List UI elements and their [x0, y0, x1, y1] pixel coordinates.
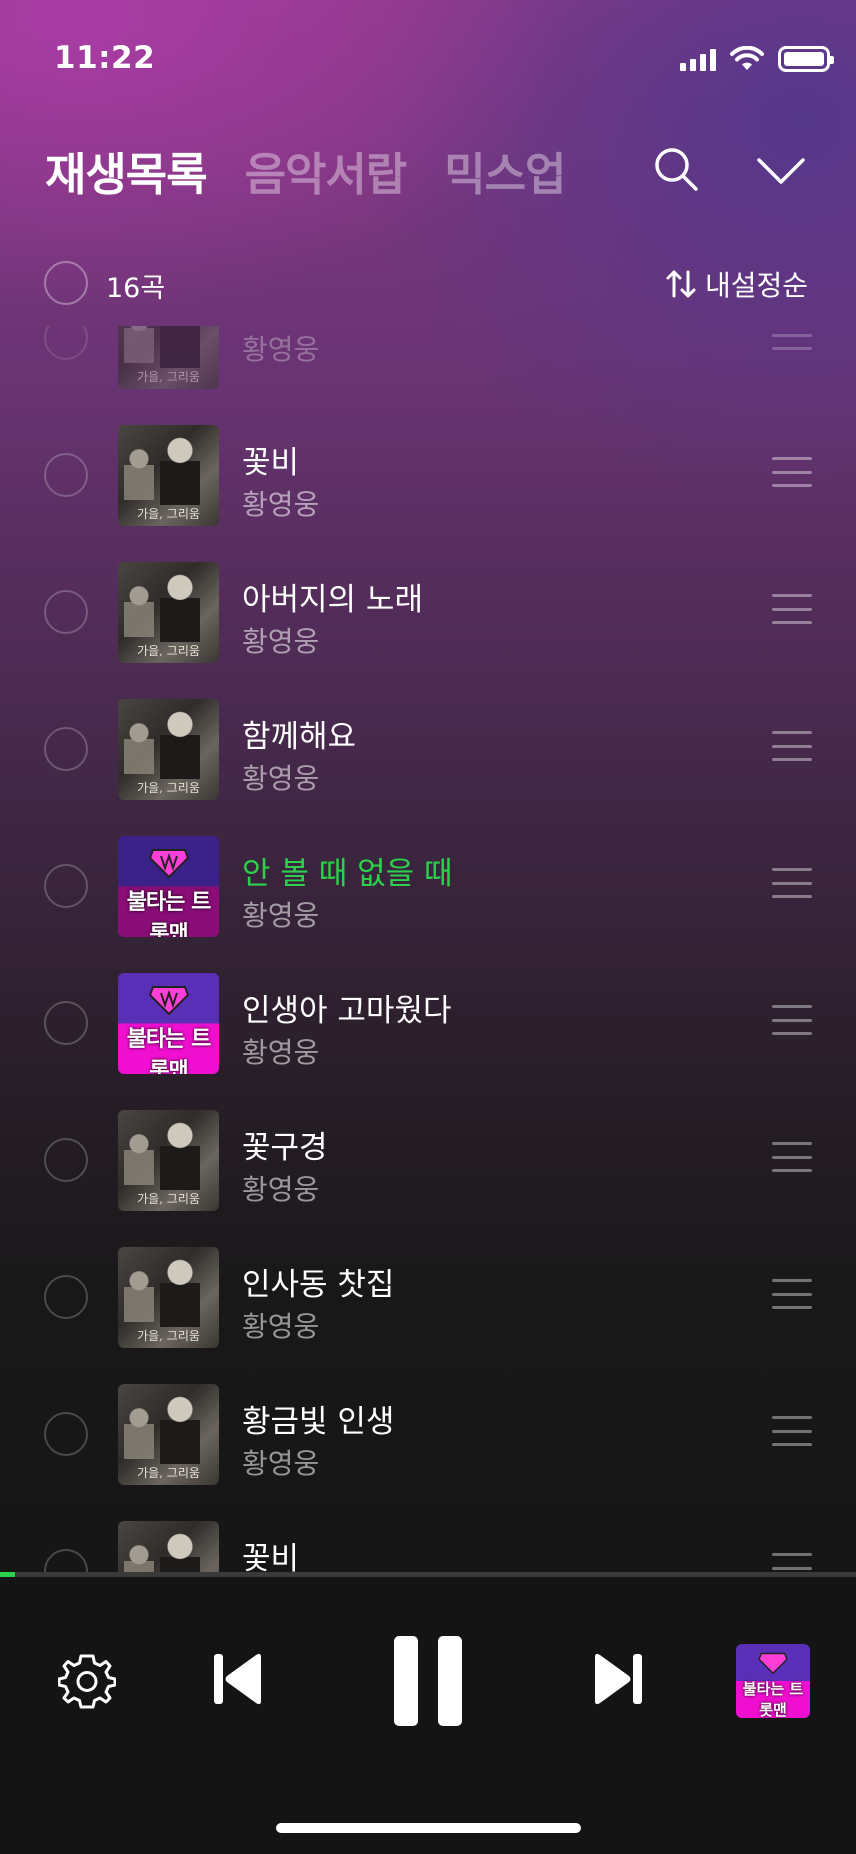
album-caption: 가을, 그리움: [137, 781, 200, 795]
list-header: 16곡 내설정순: [0, 255, 856, 310]
album-art: 불타는 트롯맨: [118, 973, 219, 1074]
track-artist: 황영웅: [242, 762, 320, 795]
drag-handle-icon[interactable]: [772, 1279, 812, 1309]
top-tabs: 재생목록 음악서랍 믹스업: [45, 138, 566, 203]
album-caption: 가을, 그리움: [137, 644, 200, 658]
track-row[interactable]: 가을, 그리움 함께해요황영웅: [0, 681, 856, 818]
drag-handle-icon[interactable]: [772, 731, 812, 761]
track-select-checkbox[interactable]: [44, 727, 88, 771]
player-controls: 불타는 트롯맨: [0, 1577, 856, 1854]
track-artist: 황영웅: [242, 1310, 320, 1343]
drag-handle-icon[interactable]: [772, 1142, 812, 1172]
drag-handle-icon[interactable]: [772, 326, 812, 350]
track-title: 인생아 고마웠다: [242, 993, 452, 1029]
track-row[interactable]: 가을, 그리움 황영웅: [0, 326, 856, 407]
album-art: 가을, 그리움: [118, 326, 219, 389]
drag-handle-icon[interactable]: [772, 1553, 812, 1572]
tab-music-drawer[interactable]: 음악서랍: [245, 138, 408, 203]
track-title: 황금빛 인생: [242, 1404, 395, 1440]
track-list: 가을, 그리움 황영웅 가을, 그리움 꽃비 황영웅 가을, 그리움 아버지의 노래 황영웅 가…: [0, 326, 856, 1572]
tab-playlist[interactable]: 재생목록: [45, 138, 208, 203]
track-title: 꽃비: [242, 445, 300, 481]
track-title: 꽃비: [242, 1541, 300, 1572]
album-caption: 가을, 그리움: [137, 1192, 200, 1206]
previous-track-icon[interactable]: [212, 1651, 264, 1707]
search-icon[interactable]: [652, 145, 700, 193]
album-gem-icon: [149, 849, 189, 878]
track-artist: 황영웅: [242, 1036, 320, 1069]
track-select-checkbox[interactable]: [44, 1412, 88, 1456]
track-artist: 황영웅: [242, 899, 320, 932]
drag-handle-icon[interactable]: [772, 1005, 812, 1035]
drag-handle-icon[interactable]: [772, 594, 812, 624]
track-artist: 황영웅: [242, 1447, 320, 1480]
status-bar: 11:22: [0, 0, 856, 120]
pause-icon[interactable]: [392, 1634, 464, 1728]
track-select-checkbox[interactable]: [44, 1001, 88, 1045]
track-select-checkbox[interactable]: [44, 590, 88, 634]
album-gem-icon: [149, 986, 189, 1015]
track-title: 인사동 찻집: [242, 1267, 395, 1303]
track-row[interactable]: 가을, 그리움 아버지의 노래황영웅: [0, 544, 856, 681]
track-row[interactable]: 가을, 그리움 꽃비황영웅: [0, 407, 856, 544]
track-row[interactable]: 가을, 그리움 꽃구경황영웅: [0, 1092, 856, 1229]
album-caption: 불타는 트롯맨: [126, 1027, 212, 1074]
album-art: 가을, 그리움: [118, 699, 219, 800]
track-select-checkbox[interactable]: [44, 453, 88, 497]
status-time: 11:22: [54, 40, 156, 76]
track-select-checkbox[interactable]: [44, 326, 88, 360]
track-artist: 황영웅: [242, 1173, 320, 1206]
now-playing-album-art[interactable]: 불타는 트롯맨: [736, 1644, 810, 1718]
album-art: 가을, 그리움: [118, 1521, 219, 1572]
album-caption: 가을, 그리움: [137, 1329, 200, 1343]
sort-arrows-icon: [666, 270, 696, 298]
cellular-signal-icon: [680, 47, 716, 71]
album-caption: 불타는 트롯맨: [126, 890, 212, 937]
track-select-checkbox[interactable]: [44, 1138, 88, 1182]
sort-label: 내설정순: [704, 269, 808, 302]
home-indicator: [276, 1823, 581, 1833]
album-caption: 가을, 그리움: [137, 507, 200, 521]
wifi-icon: [730, 46, 764, 70]
track-row[interactable]: 불타는 트롯맨 안 볼 때 없을 때황영웅: [0, 818, 856, 955]
next-track-icon[interactable]: [592, 1651, 644, 1707]
album-caption: 가을, 그리움: [137, 370, 200, 384]
status-icons: [680, 46, 834, 72]
tab-mixup[interactable]: 믹스업: [444, 138, 566, 203]
track-title: 안 볼 때 없을 때: [242, 856, 453, 892]
album-art: 불타는 트롯맨: [118, 836, 219, 937]
album-art: 가을, 그리움: [118, 1384, 219, 1485]
track-select-checkbox[interactable]: [44, 1549, 88, 1572]
track-select-checkbox[interactable]: [44, 864, 88, 908]
battery-icon: [778, 46, 834, 72]
drag-handle-icon[interactable]: [772, 868, 812, 898]
album-logo: 불타는 트롯맨: [742, 1680, 804, 1718]
sort-button[interactable]: 내설정순: [665, 264, 808, 304]
album-gem-icon: [758, 1652, 788, 1674]
album-art: 가을, 그리움: [118, 1247, 219, 1348]
album-art: 가을, 그리움: [118, 562, 219, 663]
track-title: 꽃구경: [242, 1130, 328, 1166]
track-row[interactable]: 불타는 트롯맨 인생아 고마웠다황영웅: [0, 955, 856, 1092]
track-row[interactable]: 가을, 그리움 꽃비: [0, 1503, 856, 1572]
track-row[interactable]: 가을, 그리움 인사동 찻집황영웅: [0, 1229, 856, 1366]
album-art: 가을, 그리움: [118, 425, 219, 526]
drag-handle-icon[interactable]: [772, 457, 812, 487]
track-artist: 황영웅: [242, 333, 320, 366]
track-select-checkbox[interactable]: [44, 1275, 88, 1319]
select-all-checkbox[interactable]: [44, 261, 88, 305]
track-title: 아버지의 노래: [242, 582, 423, 618]
chevron-down-icon[interactable]: [755, 150, 807, 190]
track-artist: 황영웅: [242, 625, 320, 658]
track-title: 함께해요: [242, 719, 357, 755]
settings-gear-icon[interactable]: [58, 1652, 116, 1710]
album-art: 가을, 그리움: [118, 1110, 219, 1211]
track-artist: 황영웅: [242, 488, 320, 521]
track-count: 16곡: [106, 273, 166, 304]
drag-handle-icon[interactable]: [772, 1416, 812, 1446]
track-row[interactable]: 가을, 그리움 황금빛 인생황영웅: [0, 1366, 856, 1503]
album-caption: 가을, 그리움: [137, 1466, 200, 1480]
